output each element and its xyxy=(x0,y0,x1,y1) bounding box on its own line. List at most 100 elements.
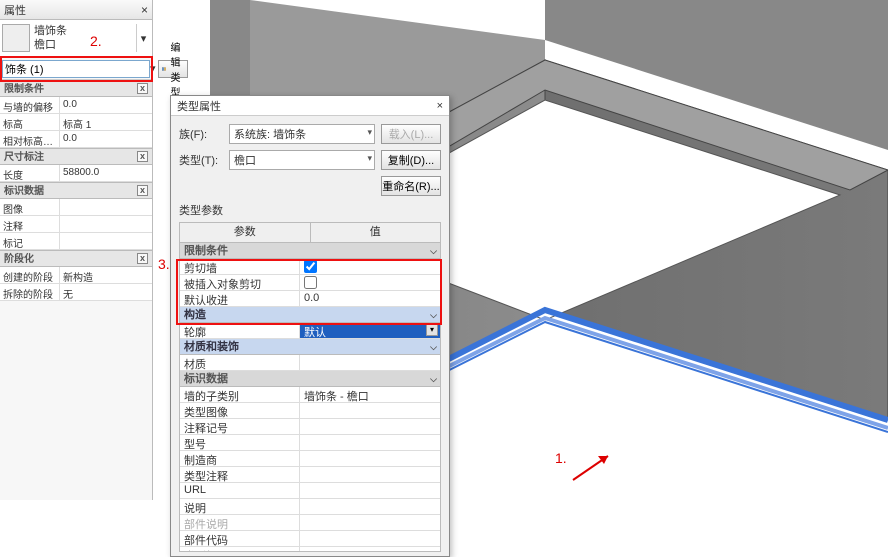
annotation-1: 1. xyxy=(555,450,567,466)
param-value[interactable] xyxy=(300,499,440,514)
prop-value[interactable] xyxy=(60,233,152,249)
type-param-group-header[interactable]: 限制条件⌵ xyxy=(180,243,440,259)
prop-key: 长度 xyxy=(0,165,60,181)
dialog-close[interactable]: × xyxy=(437,100,443,112)
param-key: 类型注释 xyxy=(180,467,300,482)
type-params-grid[interactable]: 参数 值 限制条件⌵剪切墙被插入对象剪切默认收进0.0构造⌵轮廓默认▾默认散水:… xyxy=(179,222,441,552)
prop-value[interactable] xyxy=(60,199,152,215)
edit-type-button[interactable]: 编辑类型 xyxy=(158,60,188,78)
edit-type-icon xyxy=(162,64,166,74)
type-param-row[interactable]: 说明 xyxy=(180,499,440,515)
prop-value[interactable] xyxy=(60,216,152,232)
param-value[interactable] xyxy=(300,355,440,370)
type-selector[interactable]: 墙饰条 檐口 ▾ xyxy=(0,20,152,58)
annotation-1-arrow xyxy=(568,450,618,490)
param-key: 材质 xyxy=(180,355,300,370)
type-param-row[interactable]: 型号 xyxy=(180,435,440,451)
type-selector-dropdown[interactable]: ▾ xyxy=(136,24,150,52)
param-key: 默认收进 xyxy=(180,291,300,306)
annotation-3: 3. xyxy=(158,256,170,272)
palette-prop-row[interactable]: 标高标高 1 xyxy=(0,114,152,131)
profile-value-cell[interactable]: 默认▾默认散水: 散水槽钢: 槽钢 xyxy=(300,323,440,338)
param-value[interactable]: 墙饰条 - 檐口 xyxy=(300,387,440,402)
param-key: 轮廓 xyxy=(180,323,300,338)
type-param-row[interactable]: 注释记号 xyxy=(180,419,440,435)
collapse-icon[interactable]: ⌵ xyxy=(430,373,437,386)
type-param-row[interactable]: 墙的子类别墙饰条 - 檐口 xyxy=(180,387,440,403)
palette-prop-row[interactable]: 标记 xyxy=(0,233,152,250)
type-param-row[interactable]: 默认收进0.0 xyxy=(180,291,440,307)
collapse-icon[interactable]: ⌵ xyxy=(430,309,437,322)
prop-value[interactable]: 新构造 xyxy=(60,267,152,283)
palette-title: 属性 xyxy=(4,2,26,18)
instance-filter-dropdown[interactable]: ▾ xyxy=(150,62,156,75)
prop-value[interactable]: 标高 1 xyxy=(60,114,152,130)
param-value[interactable] xyxy=(300,403,440,418)
load-button[interactable]: 载入(L)... xyxy=(381,124,441,144)
dialog-titlebar[interactable]: 类型属性 × xyxy=(171,96,449,116)
palette-prop-row[interactable]: 注释 xyxy=(0,216,152,233)
param-checkbox[interactable] xyxy=(304,260,317,273)
param-value[interactable] xyxy=(300,451,440,466)
palette-group-header[interactable]: 标识数据x xyxy=(0,182,152,199)
type-param-group-header[interactable]: 构造⌵ xyxy=(180,307,440,323)
type-param-row[interactable]: 部件代码 xyxy=(180,531,440,547)
param-value[interactable]: 0.0 xyxy=(300,291,440,306)
type-param-row[interactable]: 类型注释 xyxy=(180,467,440,483)
palette-prop-row[interactable]: 与墙的偏移0.0 xyxy=(0,97,152,114)
type-param-row[interactable]: 材质 xyxy=(180,355,440,371)
prop-key: 标记 xyxy=(0,233,60,249)
type-param-row[interactable]: 制造商 xyxy=(180,451,440,467)
type-param-row[interactable]: 类型标记 xyxy=(180,547,440,552)
param-value[interactable] xyxy=(300,515,440,530)
prop-value[interactable]: 0.0 xyxy=(60,97,152,113)
collapse-icon[interactable]: x xyxy=(137,185,148,196)
type-param-row[interactable]: 部件说明 xyxy=(180,515,440,531)
collapse-icon[interactable]: ⌵ xyxy=(430,341,437,354)
param-value[interactable] xyxy=(300,531,440,546)
palette-prop-row[interactable]: 创建的阶段新构造 xyxy=(0,267,152,284)
properties-palette: 属性 × 墙饰条 檐口 ▾ ▾ 编辑类型 限制条件x与墙的偏移0.0标高标高 1… xyxy=(0,0,153,500)
prop-key: 与墙的偏移 xyxy=(0,97,60,113)
param-value[interactable] xyxy=(300,435,440,450)
profile-dropdown-arrow[interactable]: ▾ xyxy=(426,324,438,336)
param-value[interactable] xyxy=(300,419,440,434)
palette-prop-row[interactable]: 长度58800.0 xyxy=(0,165,152,182)
collapse-icon[interactable]: x xyxy=(137,83,148,94)
palette-prop-row[interactable]: 图像 xyxy=(0,199,152,216)
param-key: 部件代码 xyxy=(180,531,300,546)
collapse-icon[interactable]: x xyxy=(137,253,148,264)
type-param-group-header[interactable]: 标识数据⌵ xyxy=(180,371,440,387)
type-select[interactable]: 檐口 ▾ xyxy=(229,150,375,170)
type-param-row[interactable]: 剪切墙 xyxy=(180,259,440,275)
type-param-row[interactable]: 轮廓默认▾默认散水: 散水槽钢: 槽钢 xyxy=(180,323,440,339)
palette-close[interactable]: × xyxy=(141,3,148,17)
param-key: 类型标记 xyxy=(180,547,300,552)
palette-group-header[interactable]: 限制条件x xyxy=(0,80,152,97)
palette-group-header[interactable]: 尺寸标注x xyxy=(0,148,152,165)
param-checkbox[interactable] xyxy=(304,276,317,289)
family-select[interactable]: 系统族: 墙饰条 ▾ xyxy=(229,124,375,144)
param-value[interactable] xyxy=(300,275,440,290)
collapse-icon[interactable]: ⌵ xyxy=(430,245,437,258)
param-key: 类型图像 xyxy=(180,403,300,418)
palette-titlebar[interactable]: 属性 × xyxy=(0,0,152,20)
rename-button[interactable]: 重命名(R)... xyxy=(381,176,441,196)
type-param-group-header[interactable]: 材质和装饰⌵ xyxy=(180,339,440,355)
param-value[interactable] xyxy=(300,259,440,274)
type-param-row[interactable]: URL xyxy=(180,483,440,499)
param-value[interactable] xyxy=(300,483,440,498)
palette-prop-row[interactable]: 拆除的阶段无 xyxy=(0,284,152,301)
instance-filter-input[interactable] xyxy=(2,60,150,78)
type-param-row[interactable]: 类型图像 xyxy=(180,403,440,419)
type-param-row[interactable]: 被插入对象剪切 xyxy=(180,275,440,291)
duplicate-button[interactable]: 复制(D)... xyxy=(381,150,441,170)
prop-value[interactable]: 58800.0 xyxy=(60,165,152,181)
prop-value[interactable]: 0.0 xyxy=(60,131,152,147)
palette-prop-row[interactable]: 相对标高的偏移0.0 xyxy=(0,131,152,148)
prop-value[interactable]: 无 xyxy=(60,284,152,300)
collapse-icon[interactable]: x xyxy=(137,151,148,162)
param-value[interactable] xyxy=(300,547,440,552)
param-value[interactable] xyxy=(300,467,440,482)
palette-group-header[interactable]: 阶段化x xyxy=(0,250,152,267)
